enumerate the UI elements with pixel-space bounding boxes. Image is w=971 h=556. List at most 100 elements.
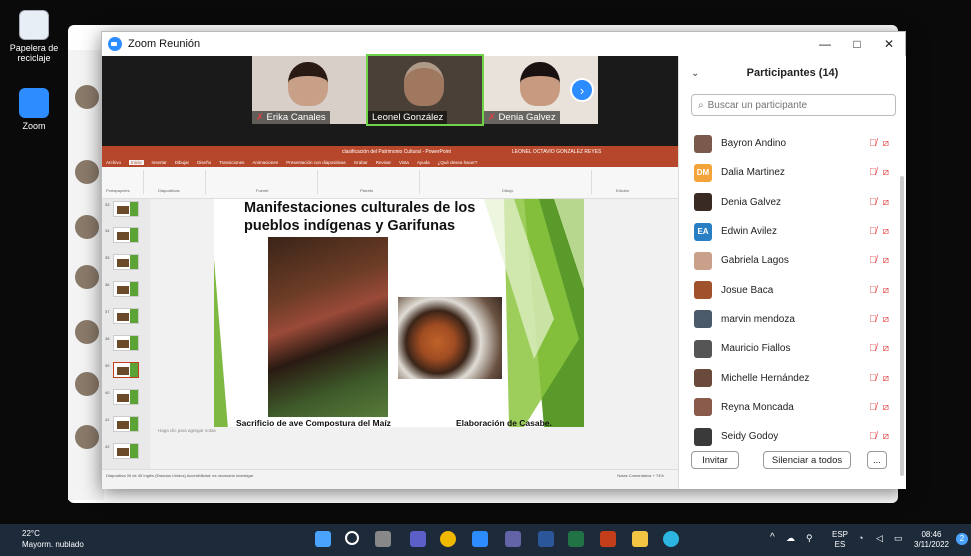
participant-search-input[interactable] (707, 99, 878, 111)
participant-row[interactable]: Josue Baca 🎙̸ ⧄ (679, 275, 899, 304)
ppt-menu-item[interactable]: Animaciones (252, 160, 278, 165)
ppt-menu-item[interactable]: Grabar (354, 160, 368, 165)
slide-thumbnail-selected[interactable]: 39 (105, 362, 139, 378)
powerpoint-icon[interactable] (600, 531, 616, 547)
participant-name: marvin mendoza (721, 313, 795, 325)
start-button-icon[interactable] (315, 531, 331, 547)
ppt-menu-item[interactable]: Inicio (129, 160, 144, 165)
mic-muted-icon: 🎙̸ (869, 372, 877, 384)
ppt-menu-bar: Archivo Inicio Insertar Dibujar Diseño T… (102, 158, 678, 167)
video-tile-active-speaker[interactable]: Leonel González (366, 54, 484, 126)
ppt-menu-item[interactable]: Insertar (152, 160, 167, 165)
search-icon[interactable] (345, 531, 359, 545)
slide-thumbnail-accent (130, 255, 138, 269)
slide-thumbnail[interactable]: 37 (105, 308, 139, 324)
clock[interactable]: 08:46 3/11/2022 (914, 530, 949, 550)
ppt-menu-item[interactable]: Presentación con diapositivas (286, 160, 346, 165)
slide-thumbnail[interactable]: 42 (105, 443, 139, 459)
minimize-button[interactable]: — (809, 32, 841, 56)
participant-row[interactable]: DM Dalia Martinez 🎙̸ ⧄ (679, 158, 899, 187)
slide-thumbnail[interactable]: 33 (105, 201, 139, 217)
maximize-button[interactable]: □ (841, 32, 873, 56)
ppt-menu-item[interactable]: Dibujar (175, 160, 189, 165)
participant-row[interactable]: Bayron Andino 🎙̸ ⧄ (679, 129, 899, 158)
participant-row[interactable]: Mauricio Fiallos 🎙̸ ⧄ (679, 334, 899, 363)
usb-icon[interactable]: ⚲ (806, 533, 813, 543)
participant-row[interactable]: Michelle Hernández 🎙̸ ⧄ (679, 363, 899, 392)
ppt-menu-item[interactable]: Transiciones (219, 160, 244, 165)
participant-row[interactable]: Seidy Godoy 🎙̸ ⧄ (679, 422, 899, 451)
edge-icon[interactable] (663, 531, 679, 547)
ppt-menu-item[interactable]: Ayuda (417, 160, 430, 165)
slide-number: 35 (105, 255, 110, 260)
avatar (694, 398, 712, 417)
slide-thumbnail-accent (130, 202, 138, 216)
ppt-menu-item[interactable]: ¿Qué desea hacer? (438, 160, 478, 165)
excel-icon[interactable] (568, 531, 584, 547)
next-page-button[interactable]: › (570, 78, 594, 102)
task-view-icon[interactable] (375, 531, 391, 547)
volume-icon[interactable]: ◁ (876, 533, 883, 543)
wifi-icon[interactable]: ◔ (858, 533, 863, 543)
desktop-zoom[interactable]: Zoom (6, 88, 62, 131)
slide-thumbnail-accent (130, 444, 138, 458)
current-slide: Manifestaciones culturales de los pueblo… (214, 199, 584, 427)
participant-row[interactable]: marvin mendoza 🎙̸ ⧄ (679, 305, 899, 334)
slide-thumbnail[interactable]: 38 (105, 335, 139, 351)
ribbon-group: Párrafo (320, 170, 420, 194)
participant-name: Michelle Hernández (721, 372, 810, 384)
battery-icon[interactable]: ▭ (894, 533, 903, 543)
participant-list: Bayron Andino 🎙̸ ⧄ DM Dalia Martinez 🎙̸ ⧄ Den… (679, 129, 899, 451)
zoom-taskbar-icon[interactable] (472, 531, 488, 547)
participant-row[interactable]: EA Edwin Avilez 🎙̸ ⧄ (679, 217, 899, 246)
avatar: DM (694, 163, 712, 182)
tray-chevron-up-icon[interactable]: ^ (770, 533, 775, 543)
close-button[interactable]: ✕ (873, 32, 905, 56)
ppt-status-bar: Diapositiva 39 de 45 Inglés (Estados Uni… (102, 469, 678, 489)
participant-row[interactable]: Gabriela Lagos 🎙̸ ⧄ (679, 246, 899, 275)
ribbon-group-label: Fuente (256, 188, 269, 193)
slide-thumbnail[interactable]: 41 (105, 416, 139, 432)
slide-thumbnail[interactable]: 34 (105, 227, 139, 243)
invite-button[interactable]: Invitar (691, 451, 739, 469)
ribbon-group-label: Edición (616, 188, 630, 193)
slide-thumbnail[interactable]: 40 (105, 389, 139, 405)
cloud-icon[interactable]: ☁ (786, 533, 795, 543)
recycle-bin-label: Papelera de reciclaje (9, 43, 59, 63)
ppt-menu-item[interactable]: Revisar (376, 160, 391, 165)
ppt-menu-item[interactable]: Vista (399, 160, 409, 165)
slide-number: 40 (105, 390, 110, 395)
language-indicator[interactable]: ESP ES (832, 530, 848, 550)
mic-muted-icon: 🎙̸ (869, 431, 877, 443)
chrome-icon[interactable] (440, 531, 456, 547)
notification-badge[interactable]: 2 (956, 533, 968, 545)
teams-icon[interactable] (505, 531, 521, 547)
weather-condition: Mayorm. nublado (22, 540, 84, 549)
ppt-menu-item[interactable]: Diseño (197, 160, 211, 165)
video-off-icon: ⧄ (882, 196, 889, 208)
word-icon[interactable] (538, 531, 554, 547)
participant-row[interactable]: Reyna Moncada 🎙̸ ⧄ (679, 393, 899, 422)
participant-status-icons: 🎙̸ ⧄ (869, 314, 889, 325)
slide-thumbnail[interactable]: 35 (105, 254, 139, 270)
ppt-menu-item[interactable]: Archivo (106, 160, 121, 165)
mute-all-button[interactable]: Silenciar a todos (763, 451, 851, 469)
chevron-down-icon[interactable]: ⌄ (691, 68, 699, 79)
file-explorer-icon[interactable] (632, 531, 648, 547)
slide-thumbnail-image (117, 367, 129, 375)
ppt-zoom-controls[interactable]: Notas Comentarios + 74% (617, 473, 664, 478)
notes-pane[interactable]: Haga clic para agregar notas (150, 428, 678, 438)
slide-thumbnail[interactable]: 36 (105, 281, 139, 297)
desktop-recycle-bin[interactable]: Papelera de reciclaje (6, 10, 62, 63)
more-options-button[interactable]: ... (867, 451, 887, 469)
slide-thumbnail-accent (130, 336, 138, 350)
avatar (694, 369, 712, 388)
video-off-icon: ⧄ (882, 431, 889, 443)
chat-icon[interactable] (410, 531, 426, 547)
participant-list-scrollbar[interactable] (900, 176, 904, 476)
video-tile[interactable]: ✗ Erika Canales (252, 56, 366, 124)
participant-row[interactable]: Denia Galvez 🎙̸ ⧄ (679, 188, 899, 217)
participant-search[interactable]: ⌕ (691, 94, 896, 116)
weather-widget[interactable]: 22°C Mayorm. nublado (22, 528, 84, 550)
participant-status-icons: 🎙̸ ⧄ (869, 255, 889, 266)
